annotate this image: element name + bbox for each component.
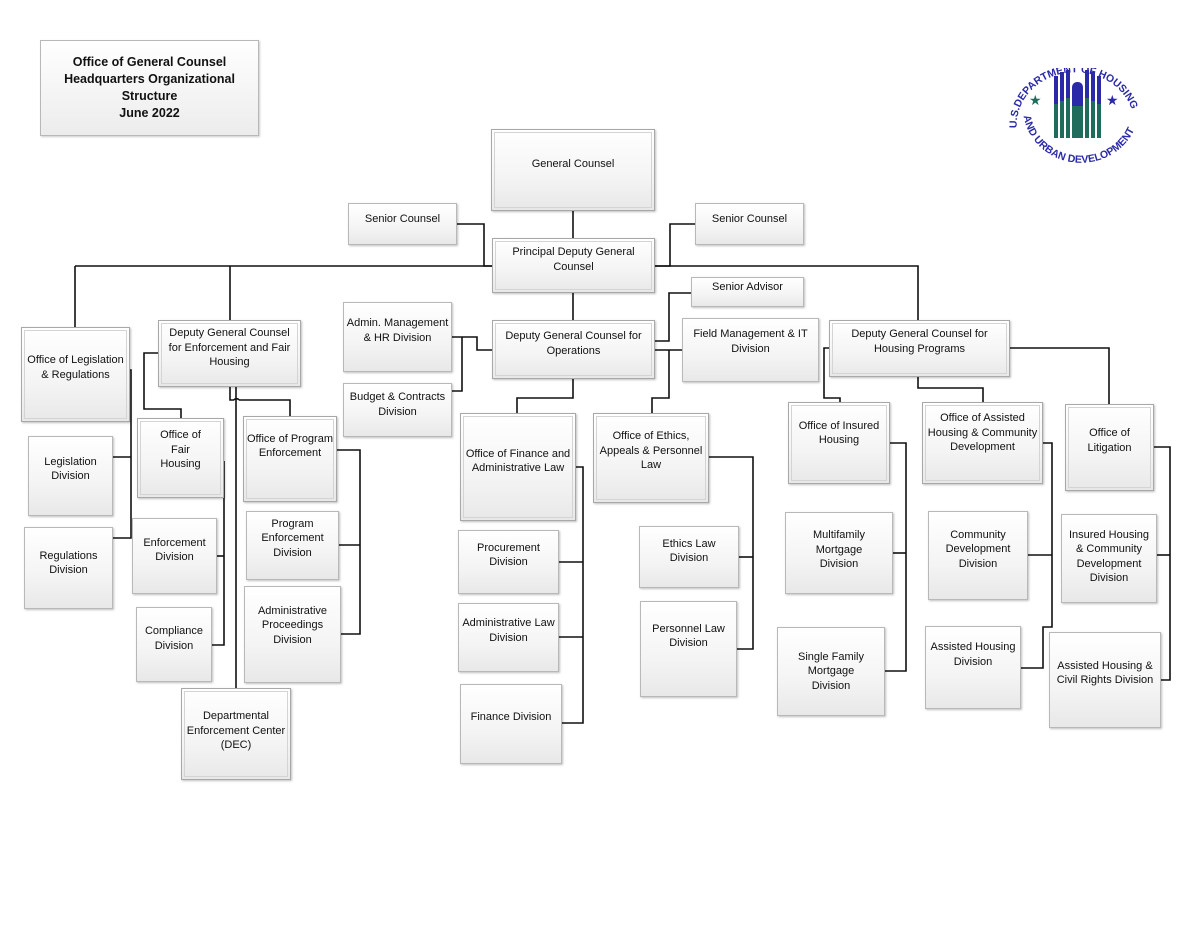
node-label: Deputy General Counsel for Housing Progr… — [851, 328, 988, 355]
node-label: Administrative Law Division — [462, 617, 555, 644]
node-ethics-law-division[interactable]: Ethics Law Division — [639, 526, 739, 588]
node-senior-counsel-left[interactable]: Senior Counsel — [348, 203, 457, 245]
node-label: Legislation Division — [44, 455, 97, 483]
node-procurement-division[interactable]: Procurement Division — [458, 530, 559, 594]
logo-star-icon: ★ — [1106, 92, 1119, 108]
connector — [917, 377, 984, 403]
node-administrative-proceedings-division[interactable]: Administrative Proceedings Division — [244, 586, 341, 683]
node-senior-advisor[interactable]: Senior Advisor — [691, 277, 804, 307]
node-label: Senior Counsel — [711, 213, 788, 225]
node-label: Deputy General Counsel for Enforcement a… — [168, 327, 291, 368]
node-label: Compliance Division — [144, 625, 204, 652]
connector — [516, 379, 574, 413]
node-office-assisted-housing[interactable]: Office of Assisted Housing & Community D… — [922, 402, 1043, 484]
node-label: General Counsel — [531, 158, 615, 170]
node-compliance-division[interactable]: Compliance Division — [136, 607, 212, 682]
node-legislation-division[interactable]: Legislation Division — [28, 436, 113, 516]
node-community-development-division[interactable]: Community Development Division — [928, 511, 1028, 600]
node-dgc-housing[interactable]: Deputy General Counsel for Housing Progr… — [829, 320, 1010, 377]
node-personnel-law-division[interactable]: Personnel Law Division — [640, 601, 737, 697]
node-label: Office of Insured Housing — [798, 419, 880, 447]
logo-building-icon — [1054, 70, 1101, 138]
node-single-family-mortgage[interactable]: Single Family Mortgage Division — [777, 627, 885, 716]
node-label: Office of Fair Housing — [160, 429, 201, 471]
node-label: Office of Litigation — [1087, 427, 1132, 454]
node-admin-mgmt-hr[interactable]: Admin. Management & HR Division — [343, 302, 452, 372]
node-assisted-housing-division[interactable]: Assisted Housing Division — [925, 626, 1021, 709]
node-dgc-enforcement[interactable]: Deputy General Counsel for Enforcement a… — [158, 320, 301, 387]
node-label: Enforcement Division — [143, 536, 206, 564]
node-label: Assisted Housing Division — [930, 641, 1016, 668]
node-multifamily-mortgage[interactable]: Multifamily Mortgage Division — [785, 512, 893, 594]
node-label: Budget & Contracts Division — [349, 391, 446, 418]
node-label: Program Enforcement Division — [261, 517, 324, 559]
node-label: Field Management & IT Division — [693, 328, 808, 355]
connector — [452, 336, 492, 351]
node-office-insured-housing[interactable]: Office of Insured Housing — [788, 402, 890, 484]
node-budget-contracts[interactable]: Budget & Contracts Division — [343, 383, 452, 437]
node-office-ethics[interactable]: Office of Ethics, Appeals & Personnel La… — [593, 413, 709, 503]
node-label: Senior Advisor — [712, 281, 783, 293]
chart-title-line: Structure — [121, 89, 178, 103]
node-label: Administrative Proceedings Division — [257, 604, 328, 646]
node-label: Office of Finance and Administrative Law — [465, 447, 571, 475]
node-label: Community Development Division — [945, 528, 1011, 570]
node-finance-division[interactable]: Finance Division — [460, 684, 562, 764]
node-label: Office of Legislation & Regulations — [27, 354, 124, 381]
connector — [452, 337, 463, 392]
node-office-fair-housing[interactable]: Office of Fair Housing — [137, 418, 224, 498]
node-label: Insured Housing & Community Development … — [1068, 528, 1150, 585]
chart-title-line: Office of General Counsel — [72, 55, 227, 69]
node-label: Single Family Mortgage Division — [797, 650, 865, 692]
connector — [655, 223, 695, 267]
connector — [1010, 347, 1110, 404]
node-label: Principal Deputy General Counsel — [512, 246, 635, 273]
node-senior-counsel-right[interactable]: Senior Counsel — [695, 203, 804, 245]
node-label: Departmental Enforcement Center (DEC) — [186, 710, 286, 752]
node-enforcement-division[interactable]: Enforcement Division — [132, 518, 217, 594]
node-principal-deputy[interactable]: Principal Deputy General Counsel — [492, 238, 655, 293]
node-label: Office of Program Enforcement — [247, 432, 333, 460]
node-office-legislation[interactable]: Office of Legislation & Regulations — [21, 327, 130, 422]
node-office-finance-admin-law[interactable]: Office of Finance and Administrative Law — [460, 413, 576, 521]
node-label: Assisted Housing & Civil Rights Division — [1056, 659, 1154, 687]
hud-seal-logo: U.S.DEPARTMENT OF HOUSING AND URBAN DEVE… — [1008, 68, 1140, 166]
node-office-program-enforcement[interactable]: Office of Program Enforcement — [243, 416, 337, 502]
node-label: Personnel Law Division — [652, 622, 725, 650]
connector — [457, 223, 492, 267]
logo-star-icon: ★ — [1029, 92, 1042, 108]
node-label: Finance Division — [470, 710, 552, 723]
connector — [229, 387, 234, 401]
node-office-litigation[interactable]: Office of Litigation — [1065, 404, 1154, 491]
node-label: Office of Ethics, Appeals & Personnel La… — [599, 430, 703, 472]
org-chart-canvas: Office of General Counsel Headquarters O… — [0, 0, 1200, 927]
node-regulations-division[interactable]: Regulations Division — [24, 527, 113, 609]
node-program-enforcement-division[interactable]: Program Enforcement Division — [246, 511, 339, 580]
node-label: Ethics Law Division — [662, 537, 716, 565]
node-field-mgmt-it[interactable]: Field Management & IT Division — [682, 318, 819, 382]
node-label: Deputy General Counsel for Operations — [505, 330, 642, 357]
chart-title-box: Office of General Counsel Headquarters O… — [40, 40, 259, 136]
node-label: Regulations Division — [39, 549, 98, 577]
node-dgc-operations[interactable]: Deputy General Counsel for Operations — [492, 320, 655, 379]
connector — [239, 399, 291, 416]
chart-title-line: Headquarters Organizational — [64, 72, 235, 86]
node-insured-housing-cd-division[interactable]: Insured Housing & Community Development … — [1061, 514, 1157, 603]
node-label: Multifamily Mortgage Division — [813, 529, 865, 571]
node-label: Procurement Division — [477, 541, 540, 569]
node-general-counsel[interactable]: General Counsel — [491, 129, 655, 211]
node-administrative-law-division[interactable]: Administrative Law Division — [458, 603, 559, 672]
chart-date: June 2022 — [119, 106, 180, 120]
node-assisted-housing-civil-rights[interactable]: Assisted Housing & Civil Rights Division — [1049, 632, 1161, 728]
node-dec[interactable]: Departmental Enforcement Center (DEC) — [181, 688, 291, 780]
node-label: Office of Assisted Housing & Community D… — [927, 412, 1038, 454]
node-label: Senior Counsel — [364, 213, 441, 225]
node-label: Admin. Management & HR Division — [346, 317, 449, 344]
